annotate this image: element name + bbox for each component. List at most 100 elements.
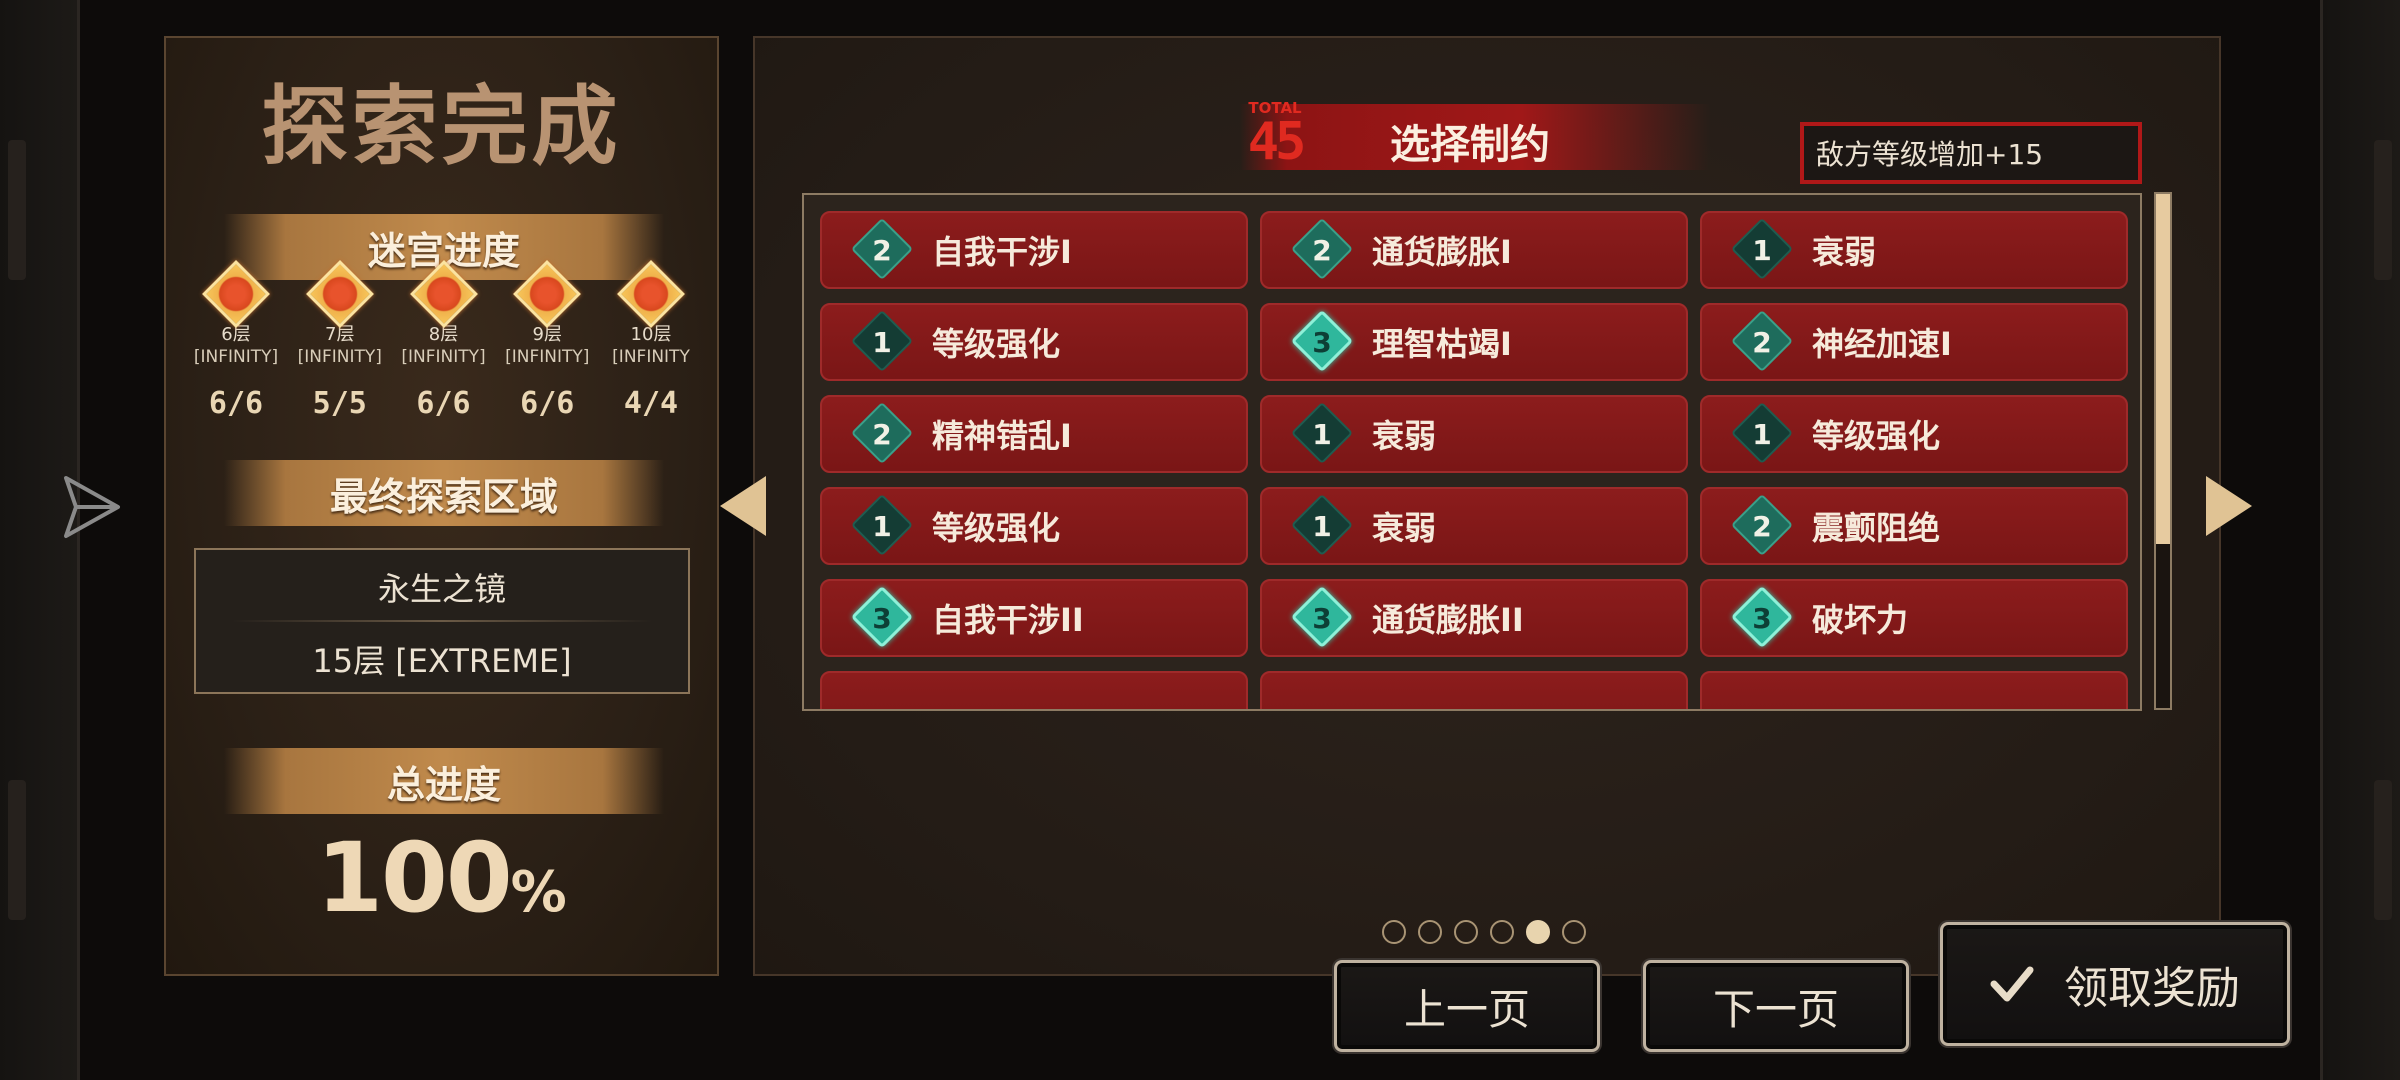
constraint-level: 1 xyxy=(1752,234,1772,267)
divider xyxy=(232,620,652,622)
floor-gem-icon xyxy=(202,260,270,328)
frame-notch xyxy=(2374,140,2392,280)
constraint-card-partial[interactable] xyxy=(1700,671,2128,709)
constraint-card[interactable]: 3 自我干涉II xyxy=(820,579,1248,657)
next-page-label: 下一页 xyxy=(1712,984,1839,1034)
check-icon xyxy=(1990,966,2034,1002)
constraint-level: 1 xyxy=(1312,510,1332,543)
floor-gem-icon xyxy=(305,260,374,328)
enemy-level-bonus: 敌方等级增加+15 xyxy=(1800,122,2142,184)
frame-notch xyxy=(2374,780,2392,920)
constraint-level: 3 xyxy=(1312,326,1332,359)
constraint-level: 2 xyxy=(872,418,892,451)
constraint-card-partial[interactable] xyxy=(820,671,1248,709)
scrollbar-thumb[interactable] xyxy=(2156,194,2170,544)
constraint-label: 理智枯竭I xyxy=(1372,325,1512,363)
total-progress-unit: % xyxy=(510,860,567,925)
constraint-card[interactable]: 3 通货膨胀II xyxy=(1260,579,1688,657)
constraint-card[interactable]: 2 神经加速I xyxy=(1700,303,2128,381)
floor-count: 6/6 xyxy=(520,386,575,421)
constraint-card[interactable]: 2 震颤阻绝 xyxy=(1700,487,2128,565)
page-dot[interactable] xyxy=(1490,920,1514,944)
page-dot[interactable] xyxy=(1454,920,1478,944)
constraint-label: 通货膨胀II xyxy=(1372,601,1524,639)
final-area-level: 15层 [EXTREME] xyxy=(312,642,572,680)
arrow-right-icon[interactable] xyxy=(2206,476,2252,536)
floor-count: 6/6 xyxy=(208,386,264,421)
final-area-banner: 最终探索区域 xyxy=(224,460,664,526)
constraint-level: 3 xyxy=(1752,602,1772,635)
frame-notch xyxy=(8,780,26,920)
constraint-card[interactable]: 2 通货膨胀I xyxy=(1260,211,1688,289)
total-badge: TOTAL 45 xyxy=(1245,100,1307,172)
floor-item: 6层 [INFINITY] 6/6 xyxy=(186,258,286,421)
final-area-label: 最终探索区域 xyxy=(329,474,558,519)
frame-notch xyxy=(8,140,26,280)
arrow-left-icon[interactable] xyxy=(720,476,766,536)
page-indicator xyxy=(1382,920,1586,944)
constraint-card[interactable]: 2 自我干涉I xyxy=(820,211,1248,289)
constraint-card[interactable]: 1 衰弱 xyxy=(1700,211,2128,289)
constraint-label: 衰弱 xyxy=(1372,509,1437,547)
total-progress-label: 总进度 xyxy=(386,762,501,807)
total-badge-value: 45 xyxy=(1247,112,1307,172)
page-dot[interactable] xyxy=(1382,920,1406,944)
page-dot[interactable] xyxy=(1418,920,1442,944)
constraint-card[interactable]: 1 衰弱 xyxy=(1260,487,1688,565)
constraint-label: 震颤阻绝 xyxy=(1812,509,1941,547)
constraint-label: 衰弱 xyxy=(1372,417,1437,455)
floor-item: 10层 [INFINITY 4/4 xyxy=(601,258,701,421)
floor-count: 6/6 xyxy=(416,386,471,421)
constraint-label: 等级强化 xyxy=(932,325,1061,363)
constraint-level: 1 xyxy=(872,326,892,359)
floor-mode: [INFINITY xyxy=(612,347,690,367)
floor-mode: [INFINITY] xyxy=(297,347,382,367)
constraint-card[interactable]: 2 精神错乱I xyxy=(820,395,1248,473)
floor-gem-icon xyxy=(617,260,685,328)
floor-mode: [INFINITY] xyxy=(505,347,590,367)
constraint-label: 精神错乱I xyxy=(932,417,1072,455)
constraint-card[interactable]: 1 等级强化 xyxy=(820,303,1248,381)
constraint-level: 1 xyxy=(1752,418,1772,451)
constraint-card-partial[interactable] xyxy=(1260,671,1688,709)
claim-reward-button[interactable]: 领取奖励 xyxy=(1940,922,2290,1046)
constraint-label: 衰弱 xyxy=(1812,233,1877,271)
constraint-card[interactable]: 3 理智枯竭I xyxy=(1260,303,1688,381)
total-progress-value: 100% xyxy=(166,822,717,934)
floor-item: 9层 [INFINITY] 6/6 xyxy=(497,258,597,421)
constraint-level: 1 xyxy=(872,510,892,543)
floor-mode: [INFINITY] xyxy=(401,347,486,367)
floor-item: 7层 [INFINITY] 5/5 xyxy=(290,258,390,421)
constraint-label: 等级强化 xyxy=(1812,417,1941,455)
constraint-card[interactable]: 3 破坏力 xyxy=(1700,579,2128,657)
prev-page-label: 上一页 xyxy=(1403,984,1530,1034)
frame-right xyxy=(2320,0,2400,1080)
total-progress-banner: 总进度 xyxy=(224,748,664,814)
constraint-level: 3 xyxy=(1312,602,1332,635)
final-area-box: 永生之镜 15层 [EXTREME] xyxy=(194,548,690,694)
floor-item: 8层 [INFINITY] 6/6 xyxy=(394,258,494,421)
scrollbar[interactable] xyxy=(2154,192,2172,710)
constraint-level: 2 xyxy=(1752,326,1772,359)
floor-count: 5/5 xyxy=(312,386,367,421)
total-progress-number: 100 xyxy=(316,822,512,934)
constraint-card[interactable]: 1 等级强化 xyxy=(1700,395,2128,473)
constraint-level: 1 xyxy=(1312,418,1332,451)
constraint-grid-viewport[interactable]: 2 自我干涉I 2 通货膨胀I 1 衰弱 1 等级强化 3 理智枯竭I 2 神经加速I 2 精神错乱I 1 衰… xyxy=(802,193,2142,711)
constraint-label: 等级强化 xyxy=(932,509,1061,547)
next-page-button[interactable]: 下一页 xyxy=(1643,960,1909,1052)
share-icon[interactable] xyxy=(62,472,122,542)
prev-page-button[interactable]: 上一页 xyxy=(1334,960,1600,1052)
constraint-label: 神经加速I xyxy=(1812,325,1952,363)
floor-gem-icon xyxy=(409,260,478,328)
claim-reward-label: 领取奖励 xyxy=(2064,963,2240,1014)
page-dot[interactable] xyxy=(1562,920,1586,944)
constraint-label: 破坏力 xyxy=(1812,601,1909,639)
floor-count: 4/4 xyxy=(623,386,679,421)
constraint-label: 自我干涉II xyxy=(932,601,1084,639)
constraint-card[interactable]: 1 等级强化 xyxy=(820,487,1248,565)
final-area-name: 永生之镜 xyxy=(377,570,506,608)
constraint-card[interactable]: 1 衰弱 xyxy=(1260,395,1688,473)
page-dot[interactable] xyxy=(1526,920,1550,944)
constraint-label: 通货膨胀I xyxy=(1372,233,1512,271)
